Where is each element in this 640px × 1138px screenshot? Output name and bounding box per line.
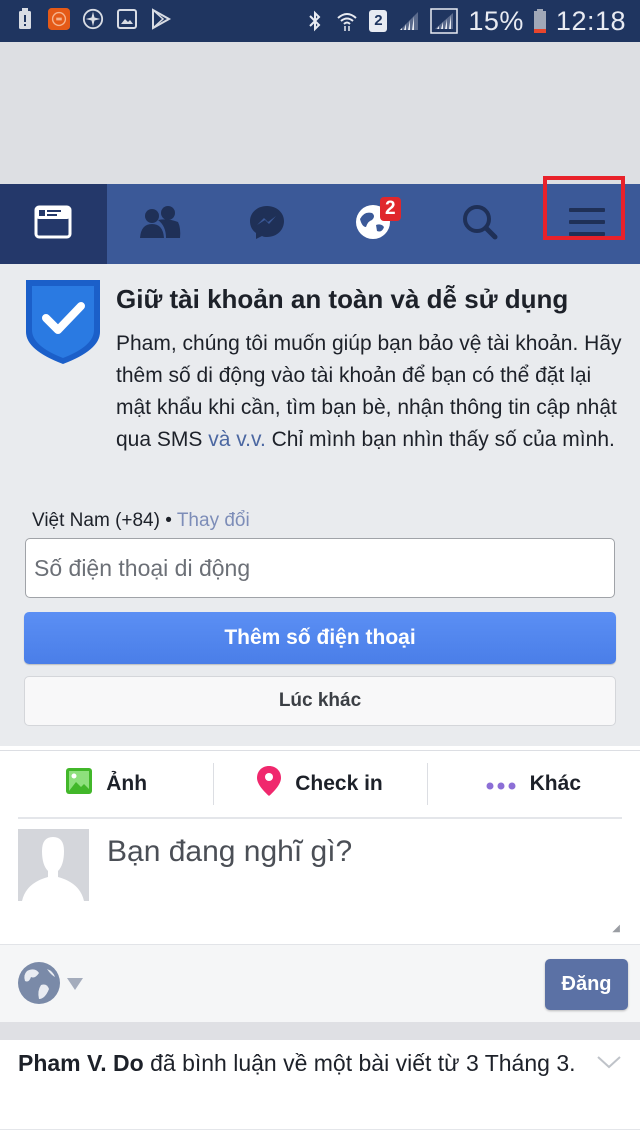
friends-icon [138,204,182,245]
signal-roaming-icon [430,8,459,34]
country-code: Việt Nam (+84) • [32,510,172,531]
card-description: Pham, chúng tôi muốn giúp bạn bảo vệ tài… [116,332,622,451]
card-title: Giữ tài khoản an toàn và dễ sử dụng [116,284,569,314]
messenger-icon [248,203,286,246]
more-dots-icon [486,772,516,796]
privacy-selector[interactable] [17,961,83,1010]
battery-alert-icon [14,8,36,30]
status-bar: 2 15% 12:18 [0,0,640,42]
gallery-icon [116,8,138,30]
compass-app-icon [82,8,104,30]
photo-icon [66,768,93,800]
public-globe-icon [17,961,61,1010]
nav-news-feed[interactable] [0,184,107,264]
post-composer: Ảnh Check in Khác Bạn đang nghĩ gì? ◢ [0,750,640,944]
battery-icon [533,9,546,33]
nav-search[interactable] [427,184,534,264]
signal-icon [398,10,420,32]
more-action[interactable]: Khác [426,751,640,817]
bluetooth-icon [304,10,326,32]
feed-story: Pham V. Do đã bình luận về một bài viết … [0,1040,640,1130]
nav-friend-requests[interactable] [107,184,214,264]
nav-messages[interactable] [213,184,320,264]
play-store-icon [150,8,172,30]
story-header: Pham V. Do đã bình luận về một bài viết … [18,1050,576,1076]
location-pin-icon [257,766,282,802]
chevron-down-icon [67,977,83,995]
recorder-app-icon [48,8,70,30]
news-feed-icon [34,205,72,244]
status-input[interactable]: Bạn đang nghĩ gì? [107,835,352,869]
shield-check-icon [24,278,102,371]
more-info-link[interactable]: và v.v. [208,428,266,451]
menu-highlight-annotation [543,176,625,240]
clock: 12:18 [555,5,626,36]
avatar [18,829,89,901]
sim2-icon: 2 [368,10,388,32]
story-author[interactable]: Pham V. Do [18,1050,144,1076]
battery-percent: 15% [468,5,524,36]
security-prompt-card: Giữ tài khoản an toàn và dễ sử dụng Pham… [0,264,640,746]
post-button[interactable]: Đăng [545,959,628,1010]
change-country-link[interactable]: Thay đổi [177,510,250,531]
later-button[interactable]: Lúc khác [24,676,616,726]
search-icon [461,203,499,246]
notification-badge: 2 [379,197,401,221]
story-options-chevron-icon[interactable] [596,1054,622,1075]
resize-grip-icon[interactable]: ◢ [612,923,620,934]
feed-separator [0,1022,640,1040]
phone-number-input[interactable] [25,538,615,598]
composer-actions: Ảnh Check in Khác [0,751,640,817]
checkin-action[interactable]: Check in [213,751,426,817]
composer-footer: Đăng [0,944,640,1022]
photo-action[interactable]: Ảnh [0,751,213,817]
wifi-icon [336,10,358,32]
add-phone-button[interactable]: Thêm số điện thoại [24,612,616,664]
page-header-spacer [0,42,640,184]
country-code-row: Việt Nam (+84) • Thay đổi [32,510,250,532]
composer-divider [18,817,622,819]
nav-notifications[interactable]: 2 [320,184,427,264]
